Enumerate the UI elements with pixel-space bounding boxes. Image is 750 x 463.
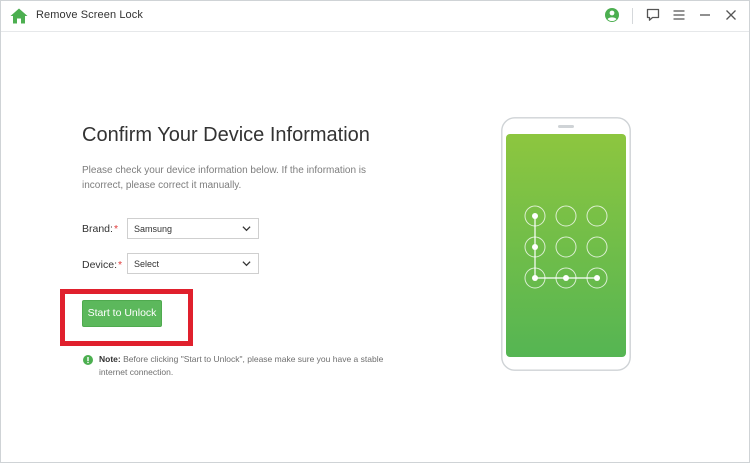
feedback-icon[interactable] <box>645 7 661 23</box>
device-select-value: Select <box>134 259 160 269</box>
device-select[interactable]: Select <box>127 253 259 274</box>
chevron-down-icon <box>242 226 251 232</box>
brand-label-text: Brand: <box>82 223 113 235</box>
brand-select[interactable]: Samsung <box>127 218 259 239</box>
page-description: Please check your device information bel… <box>82 165 367 191</box>
brand-label: Brand:* <box>82 223 118 235</box>
account-icon[interactable] <box>604 7 620 23</box>
minimize-icon[interactable] <box>697 7 713 23</box>
brand-required-mark: * <box>113 223 119 235</box>
title-bar-divider <box>632 8 633 24</box>
info-icon <box>83 355 93 365</box>
page-title: Confirm Your Device Information <box>82 124 370 146</box>
note-text: Note: Before clicking "Start to Unlock",… <box>99 353 399 379</box>
brand-select-value: Samsung <box>134 224 173 234</box>
device-label: Device:* <box>82 259 122 271</box>
phone-illustration <box>501 117 631 371</box>
note-body: Before clicking "Start to Unlock", pleas… <box>99 354 384 377</box>
device-required-mark: * <box>118 259 123 271</box>
title-bar: Remove Screen Lock <box>1 1 749 32</box>
start-to-unlock-button[interactable]: Start to Unlock <box>82 300 162 327</box>
app-title: Remove Screen Lock <box>36 9 143 21</box>
home-icon[interactable] <box>10 8 28 24</box>
note-prefix: Note: <box>99 354 121 364</box>
app-window: Remove Screen Lock Confirm Your Device I… <box>0 0 750 463</box>
device-label-text: Device: <box>82 259 118 271</box>
chevron-down-icon <box>242 261 251 267</box>
close-icon[interactable] <box>723 7 739 23</box>
menu-icon[interactable] <box>671 7 687 23</box>
